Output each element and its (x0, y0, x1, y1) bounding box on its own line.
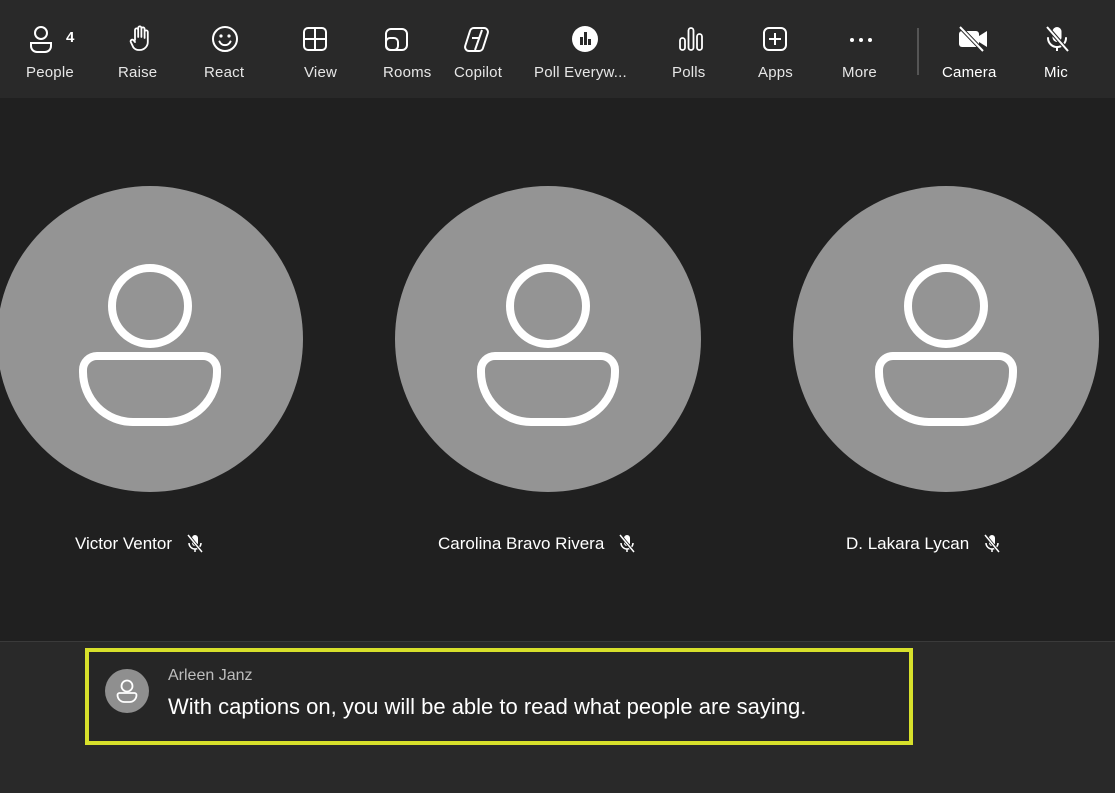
mic-muted-icon (983, 534, 1001, 554)
participant-name: Victor Ventor (75, 534, 173, 553)
participant-name-row: Carolina Bravo Rivera (438, 532, 636, 556)
apps-label: Apps (758, 64, 793, 81)
view-button[interactable]: View (290, 0, 338, 98)
raise-label: Raise (118, 64, 158, 81)
camera-label: Camera (942, 64, 997, 81)
person-icon (79, 264, 221, 426)
avatar (793, 186, 1099, 492)
person-icon (116, 679, 138, 703)
grid-view-icon (300, 24, 330, 54)
smiley-icon (210, 24, 240, 54)
poll-everywhere-button[interactable]: Poll Everyw... (534, 0, 640, 98)
participant-tile[interactable]: D. Lakara Lycan (793, 98, 1099, 558)
react-button[interactable]: React (202, 0, 250, 98)
video-stage: Victor Ventor Carolina Bravo Rivera D. L… (0, 98, 1115, 641)
apps-plus-icon (760, 24, 790, 54)
raise-hand-icon (125, 24, 155, 54)
more-ellipsis-icon (846, 24, 876, 54)
caption-speaker-name: Arleen Janz (168, 667, 253, 684)
polls-icon (676, 24, 706, 54)
react-label: React (204, 64, 245, 81)
mic-label: Mic (1044, 64, 1068, 81)
mic-off-icon (1042, 24, 1072, 54)
polls-label: Polls (672, 64, 706, 81)
raise-hand-button[interactable]: Raise (116, 0, 164, 98)
copilot-icon (463, 24, 493, 54)
people-label: People (26, 64, 74, 81)
mic-muted-icon (618, 534, 636, 554)
people-button[interactable]: 4 People (20, 0, 92, 98)
apps-button[interactable]: Apps (756, 0, 800, 98)
poll-everywhere-icon (570, 24, 600, 54)
participant-name: D. Lakara Lycan (846, 534, 970, 553)
view-label: View (304, 64, 338, 81)
people-icon (28, 24, 58, 54)
caption-avatar (105, 669, 149, 713)
people-count: 4 (66, 29, 75, 46)
participant-tile[interactable]: Carolina Bravo Rivera (395, 98, 701, 558)
meeting-toolbar: 4 People Raise React View Rooms Copilot … (0, 0, 1115, 98)
mic-muted-icon (186, 534, 204, 554)
avatar (395, 186, 701, 492)
captions-panel: Arleen Janz With captions on, you will b… (0, 641, 1115, 793)
breakout-rooms-icon (382, 24, 412, 54)
copilot-button[interactable]: Copilot (452, 0, 514, 98)
person-icon (477, 264, 619, 426)
mic-button[interactable]: Mic (1040, 0, 1076, 98)
rooms-label: Rooms (383, 64, 432, 81)
more-button[interactable]: More (840, 0, 884, 98)
person-icon (875, 264, 1017, 426)
polls-button[interactable]: Polls (670, 0, 714, 98)
more-label: More (842, 64, 877, 81)
toolbar-divider (917, 28, 919, 75)
camera-button[interactable]: Camera (940, 0, 1006, 98)
caption-text: With captions on, you will be able to re… (168, 694, 807, 719)
participant-name-row: D. Lakara Lycan (846, 532, 1001, 556)
participant-tile[interactable]: Victor Ventor (0, 98, 303, 558)
copilot-label: Copilot (454, 64, 503, 81)
rooms-button[interactable]: Rooms (376, 0, 432, 98)
participant-name-row: Victor Ventor (75, 532, 204, 556)
camera-off-icon (956, 24, 990, 54)
participant-name: Carolina Bravo Rivera (438, 534, 605, 553)
poll-everywhere-label: Poll Everyw... (534, 64, 627, 81)
caption-highlight: Arleen Janz With captions on, you will b… (85, 648, 913, 745)
avatar (0, 186, 303, 492)
